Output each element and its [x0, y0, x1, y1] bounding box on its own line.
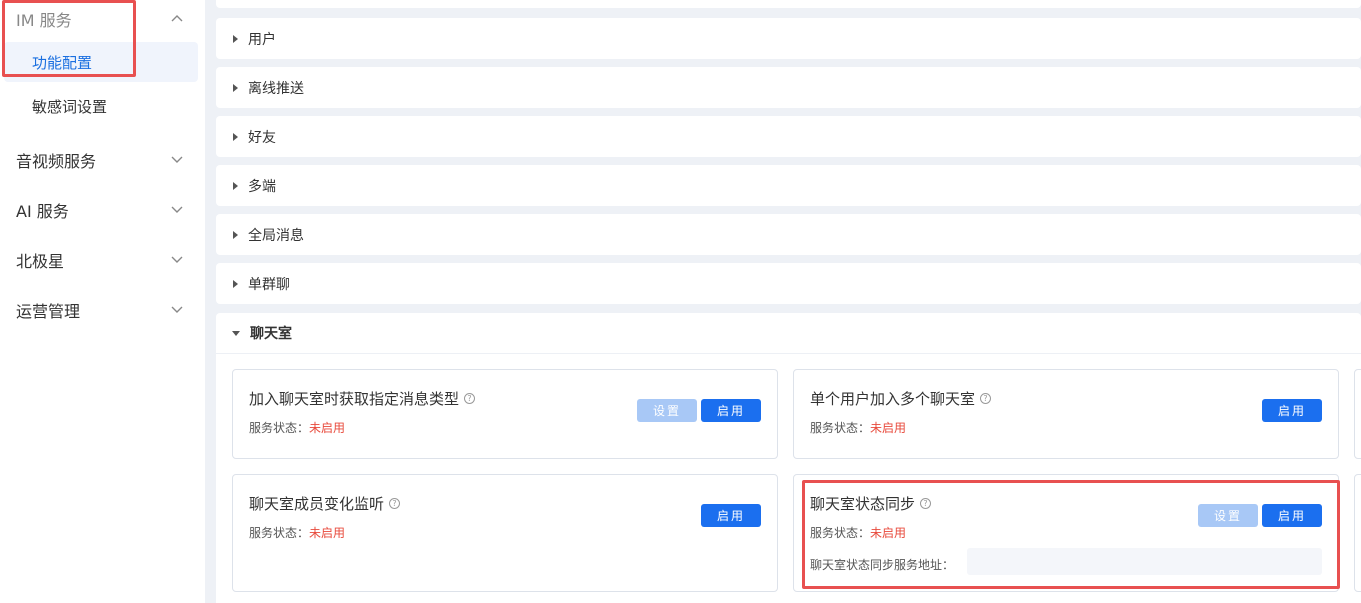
section-group-chat[interactable]: 单群聊: [216, 263, 1361, 304]
caret-right-icon: [233, 132, 238, 141]
caret-right-icon: [233, 181, 238, 190]
section-label: 聊天室: [250, 326, 292, 342]
enable-button[interactable]: 启用: [1262, 504, 1322, 527]
caret-right-icon: [233, 230, 238, 239]
sidebar-item-im-service[interactable]: IM 服务: [0, 0, 198, 38]
status-label: 服务状态：: [249, 421, 310, 435]
section-global-message[interactable]: 全局消息: [216, 214, 1361, 255]
card-title-row: 聊天室状态同步 ?: [810, 493, 932, 514]
feature-card: 加入聊天室时获取指定消息类型 ? 服务状态：未启用 设置 启用: [232, 369, 778, 459]
status-value: 未启用: [870, 526, 907, 540]
chevron-down-icon: [171, 306, 183, 313]
section-label: 好友: [248, 129, 276, 146]
top-panel: [216, 0, 1361, 8]
feature-card-partial: [1354, 369, 1361, 459]
sidebar: IM 服务 功能配置 敏感词设置 音视频服务 AI 服务 北极星 运营管理: [0, 0, 205, 603]
section-friends[interactable]: 好友: [216, 116, 1361, 157]
enable-button[interactable]: 启用: [701, 399, 761, 422]
help-icon[interactable]: ?: [464, 393, 476, 404]
section-offline-push[interactable]: 离线推送: [216, 67, 1361, 108]
help-icon[interactable]: ?: [920, 498, 932, 509]
card-title: 聊天室成员变化监听: [249, 495, 385, 513]
sidebar-item-ai-service[interactable]: AI 服务: [0, 190, 198, 230]
card-title-row: 单个用户加入多个聊天室 ?: [810, 388, 992, 409]
status-label: 服务状态：: [810, 421, 871, 435]
service-status: 服务状态：未启用: [810, 419, 906, 436]
settings-button[interactable]: 设置: [1198, 504, 1258, 527]
status-label: 服务状态：: [249, 526, 310, 540]
chevron-down-icon: [171, 256, 183, 263]
sidebar-item-feature-config[interactable]: 功能配置: [4, 42, 198, 82]
sidebar-item-label: 北极星: [16, 252, 65, 271]
sidebar-item-label: AI 服务: [16, 202, 69, 221]
status-value: 未启用: [309, 526, 346, 540]
feature-card: 聊天室成员变化监听 ? 服务状态：未启用 启用: [232, 474, 778, 592]
status-label: 服务状态：: [810, 526, 871, 540]
help-icon[interactable]: ?: [980, 393, 992, 404]
sidebar-item-operations[interactable]: 运营管理: [0, 290, 198, 330]
feature-card: 单个用户加入多个聊天室 ? 服务状态：未启用 启用: [793, 369, 1339, 459]
caret-right-icon: [233, 34, 238, 43]
card-title-row: 加入聊天室时获取指定消息类型 ?: [249, 388, 476, 409]
card-title: 加入聊天室时获取指定消息类型: [249, 390, 460, 408]
section-label: 单群聊: [248, 276, 290, 293]
section-label: 多端: [248, 178, 276, 195]
sidebar-item-label: 敏感词设置: [32, 97, 108, 116]
section-chatroom: 聊天室 加入聊天室时获取指定消息类型 ? 服务状态：未启用 设置 启用 单个用户…: [216, 313, 1361, 603]
address-input[interactable]: [967, 548, 1322, 575]
enable-button[interactable]: 启用: [701, 504, 761, 527]
sidebar-item-label: 功能配置: [32, 53, 93, 72]
sidebar-item-label: IM 服务: [16, 11, 72, 30]
service-status: 服务状态：未启用: [810, 524, 906, 541]
section-label: 离线推送: [248, 80, 304, 97]
sidebar-item-sensitive-words[interactable]: 敏感词设置: [0, 86, 198, 126]
section-chatroom-header[interactable]: 聊天室: [216, 313, 1361, 354]
section-user[interactable]: 用户: [216, 18, 1361, 59]
section-multi-device[interactable]: 多端: [216, 165, 1361, 206]
sidebar-item-label: 运营管理: [16, 302, 81, 321]
sidebar-item-av-service[interactable]: 音视频服务: [0, 140, 198, 180]
caret-down-icon: [232, 330, 240, 336]
caret-right-icon: [233, 279, 238, 288]
address-label: 聊天室状态同步服务地址：: [810, 558, 955, 572]
status-value: 未启用: [309, 421, 346, 435]
section-label: 用户: [248, 31, 276, 48]
chevron-down-icon: [171, 206, 183, 213]
chevron-down-icon: [171, 156, 183, 163]
service-status: 服务状态：未启用: [249, 419, 345, 436]
settings-button[interactable]: 设置: [637, 399, 697, 422]
feature-card: 聊天室状态同步 ? 服务状态：未启用 设置 启用 聊天室状态同步服务地址：: [793, 474, 1339, 592]
chevron-up-icon: [171, 15, 183, 22]
caret-right-icon: [233, 83, 238, 92]
status-value: 未启用: [870, 421, 907, 435]
sidebar-item-label: 音视频服务: [16, 152, 97, 171]
service-status: 服务状态：未启用: [249, 524, 345, 541]
enable-button[interactable]: 启用: [1262, 399, 1322, 422]
help-icon[interactable]: ?: [389, 498, 401, 509]
sidebar-item-polaris[interactable]: 北极星: [0, 240, 198, 280]
card-title: 聊天室状态同步: [810, 495, 916, 513]
main-content: 用户 离线推送 好友 多端 全局消息 单群聊 聊天室 加入聊天室时获取指定消息类…: [216, 0, 1361, 603]
card-title-row: 聊天室成员变化监听 ?: [249, 493, 401, 514]
feature-card-partial: [1354, 474, 1361, 592]
card-title: 单个用户加入多个聊天室: [810, 390, 976, 408]
section-label: 全局消息: [248, 227, 304, 244]
